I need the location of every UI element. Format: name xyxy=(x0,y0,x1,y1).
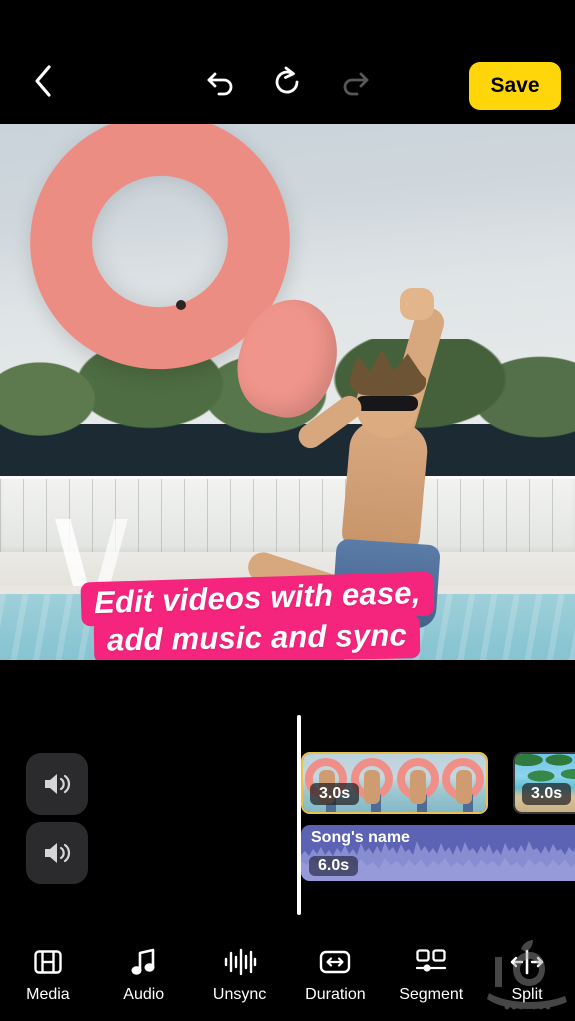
nav-item-duration[interactable]: Duration xyxy=(287,947,383,1004)
music-note-icon xyxy=(130,947,158,977)
playhead[interactable] xyxy=(297,715,301,915)
film-icon xyxy=(33,947,63,977)
video-editor-screen: Save Edit videos with ease, add music an… xyxy=(0,0,575,1021)
video-clip[interactable]: 3.0s xyxy=(513,752,575,814)
sunglasses-icon xyxy=(356,396,418,411)
nav-label-split: Split xyxy=(511,986,543,1003)
audio-clip[interactable]: Song's name 6.0s xyxy=(301,825,575,881)
waveform-icon xyxy=(223,947,257,977)
clip-thumbnail xyxy=(394,754,441,812)
top-toolbar: Save xyxy=(0,0,575,124)
person-torso xyxy=(340,418,430,558)
audio-duration-badge: 6.0s xyxy=(309,856,359,876)
nav-label-media: Media xyxy=(26,986,70,1003)
video-preview[interactable]: Edit videos with ease, add music and syn… xyxy=(0,124,575,660)
redo-arrow-icon xyxy=(343,72,369,96)
clip-duration-badge: 3.0s xyxy=(522,783,572,805)
nav-label-unsync: Unsync xyxy=(212,986,267,1003)
video-clip[interactable]: 3.0s xyxy=(301,752,488,814)
clip-thumbnail xyxy=(440,754,486,812)
volume-button-video[interactable] xyxy=(26,753,88,815)
timeline-ruler: 0:00.0 / 0:06 2s 4s xyxy=(0,660,575,715)
nav-item-split[interactable]: Split xyxy=(479,947,575,1004)
preview-vignette xyxy=(0,594,575,660)
redo-button[interactable] xyxy=(337,64,373,100)
person-hand-right xyxy=(400,288,434,320)
segment-icon xyxy=(415,947,447,977)
audio-track-name: Song's name xyxy=(311,829,410,846)
split-icon xyxy=(510,947,544,977)
volume-button-audio[interactable] xyxy=(26,822,88,884)
nav-label-segment: Segment xyxy=(399,986,464,1003)
arrows-horizontal-icon xyxy=(319,947,351,977)
nav-label-audio: Audio xyxy=(123,986,165,1003)
flamingo-float-eye xyxy=(176,300,186,310)
speaker-icon xyxy=(45,843,71,863)
bottom-toolbar: Media Audio Unsync Duration Segment Spli… xyxy=(0,930,575,1021)
reset-button[interactable] xyxy=(269,64,305,100)
clip-duration-badge: 3.0s xyxy=(310,783,360,805)
timeline-track-area[interactable]: 3.0s 3.0s Song's name 6.0s xyxy=(0,715,575,930)
speaker-icon xyxy=(45,774,71,794)
save-button[interactable]: Save xyxy=(469,62,561,110)
undo-arrow-icon xyxy=(207,72,233,96)
undo-button[interactable] xyxy=(203,64,239,100)
chevron-left-icon xyxy=(35,65,51,97)
nav-item-audio[interactable]: Audio xyxy=(96,947,192,1004)
nav-item-unsync[interactable]: Unsync xyxy=(192,947,288,1004)
back-button[interactable] xyxy=(26,64,60,98)
nav-item-segment[interactable]: Segment xyxy=(383,947,479,1004)
nav-label-duration: Duration xyxy=(305,986,366,1003)
nav-item-media[interactable]: Media xyxy=(0,947,96,1004)
rotate-ccw-icon xyxy=(275,66,299,94)
